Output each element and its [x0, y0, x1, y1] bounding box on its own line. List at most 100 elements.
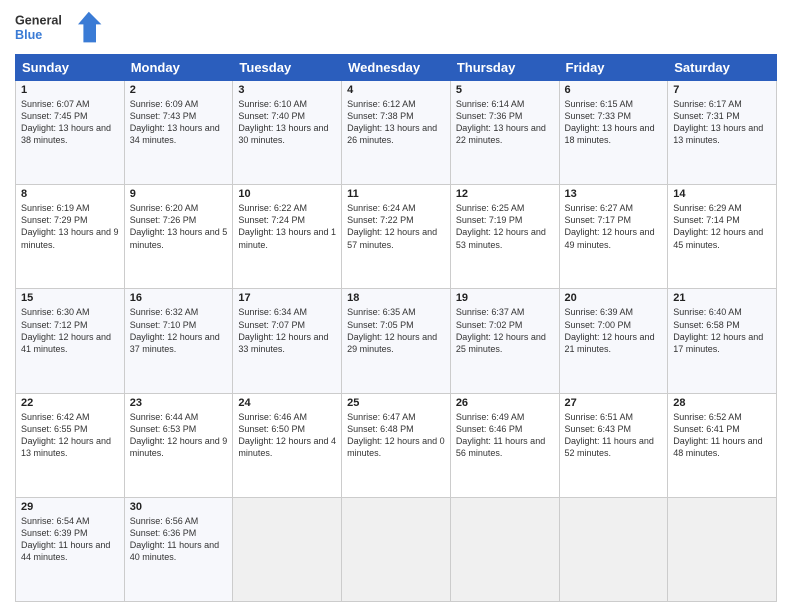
daylight-text: Daylight: 11 hours and 52 minutes.: [565, 435, 663, 459]
day-number: 16: [130, 292, 228, 304]
daylight-text: Daylight: 12 hours and 21 minutes.: [565, 331, 663, 355]
day-number: 28: [673, 397, 771, 409]
sunset-text: Sunset: 6:41 PM: [673, 423, 771, 435]
calendar-cell: 16 Sunrise: 6:32 AM Sunset: 7:10 PM Dayl…: [124, 289, 233, 393]
calendar-cell: 23 Sunrise: 6:44 AM Sunset: 6:53 PM Dayl…: [124, 393, 233, 497]
sunset-text: Sunset: 7:14 PM: [673, 214, 771, 226]
day-number: 10: [238, 188, 336, 200]
calendar-cell: 5 Sunrise: 6:14 AM Sunset: 7:36 PM Dayli…: [450, 81, 559, 185]
cell-info: Sunrise: 6:17 AM Sunset: 7:31 PM Dayligh…: [673, 98, 771, 147]
cell-info: Sunrise: 6:07 AM Sunset: 7:45 PM Dayligh…: [21, 98, 119, 147]
sunset-text: Sunset: 7:12 PM: [21, 319, 119, 331]
calendar-cell: [450, 497, 559, 601]
day-number: 14: [673, 188, 771, 200]
daylight-text: Daylight: 12 hours and 57 minutes.: [347, 226, 445, 250]
sunrise-text: Sunrise: 6:25 AM: [456, 202, 554, 214]
sunrise-text: Sunrise: 6:56 AM: [130, 515, 228, 527]
sunrise-text: Sunrise: 6:09 AM: [130, 98, 228, 110]
header-cell-wednesday: Wednesday: [342, 55, 451, 81]
day-number: 27: [565, 397, 663, 409]
sunset-text: Sunset: 6:48 PM: [347, 423, 445, 435]
sunrise-text: Sunrise: 6:07 AM: [21, 98, 119, 110]
calendar-cell: 13 Sunrise: 6:27 AM Sunset: 7:17 PM Dayl…: [559, 185, 668, 289]
daylight-text: Daylight: 12 hours and 0 minutes.: [347, 435, 445, 459]
cell-info: Sunrise: 6:34 AM Sunset: 7:07 PM Dayligh…: [238, 306, 336, 355]
sunset-text: Sunset: 7:24 PM: [238, 214, 336, 226]
cell-info: Sunrise: 6:32 AM Sunset: 7:10 PM Dayligh…: [130, 306, 228, 355]
calendar-cell: [559, 497, 668, 601]
sunset-text: Sunset: 6:50 PM: [238, 423, 336, 435]
calendar-cell: 21 Sunrise: 6:40 AM Sunset: 6:58 PM Dayl…: [668, 289, 777, 393]
calendar-cell: 18 Sunrise: 6:35 AM Sunset: 7:05 PM Dayl…: [342, 289, 451, 393]
daylight-text: Daylight: 11 hours and 44 minutes.: [21, 539, 119, 563]
sunset-text: Sunset: 6:55 PM: [21, 423, 119, 435]
day-number: 11: [347, 188, 445, 200]
sunrise-text: Sunrise: 6:30 AM: [21, 306, 119, 318]
sunset-text: Sunset: 7:02 PM: [456, 319, 554, 331]
calendar-week-row: 22 Sunrise: 6:42 AM Sunset: 6:55 PM Dayl…: [16, 393, 777, 497]
sunrise-text: Sunrise: 6:19 AM: [21, 202, 119, 214]
calendar-cell: 6 Sunrise: 6:15 AM Sunset: 7:33 PM Dayli…: [559, 81, 668, 185]
calendar-cell: 10 Sunrise: 6:22 AM Sunset: 7:24 PM Dayl…: [233, 185, 342, 289]
daylight-text: Daylight: 12 hours and 17 minutes.: [673, 331, 771, 355]
day-number: 22: [21, 397, 119, 409]
daylight-text: Daylight: 12 hours and 45 minutes.: [673, 226, 771, 250]
sunrise-text: Sunrise: 6:10 AM: [238, 98, 336, 110]
day-number: 1: [21, 84, 119, 96]
cell-info: Sunrise: 6:49 AM Sunset: 6:46 PM Dayligh…: [456, 411, 554, 460]
cell-info: Sunrise: 6:30 AM Sunset: 7:12 PM Dayligh…: [21, 306, 119, 355]
cell-info: Sunrise: 6:25 AM Sunset: 7:19 PM Dayligh…: [456, 202, 554, 251]
calendar-cell: 14 Sunrise: 6:29 AM Sunset: 7:14 PM Dayl…: [668, 185, 777, 289]
header: General Blue: [15, 10, 777, 46]
cell-info: Sunrise: 6:22 AM Sunset: 7:24 PM Dayligh…: [238, 202, 336, 251]
calendar-header-row: SundayMondayTuesdayWednesdayThursdayFrid…: [16, 55, 777, 81]
calendar-cell: 20 Sunrise: 6:39 AM Sunset: 7:00 PM Dayl…: [559, 289, 668, 393]
page: General Blue SundayMondayTuesdayWednesda…: [0, 0, 792, 612]
calendar-cell: 9 Sunrise: 6:20 AM Sunset: 7:26 PM Dayli…: [124, 185, 233, 289]
sunset-text: Sunset: 7:40 PM: [238, 110, 336, 122]
header-cell-monday: Monday: [124, 55, 233, 81]
sunrise-text: Sunrise: 6:35 AM: [347, 306, 445, 318]
cell-info: Sunrise: 6:19 AM Sunset: 7:29 PM Dayligh…: [21, 202, 119, 251]
cell-info: Sunrise: 6:56 AM Sunset: 6:36 PM Dayligh…: [130, 515, 228, 564]
sunrise-text: Sunrise: 6:27 AM: [565, 202, 663, 214]
svg-text:General: General: [15, 13, 62, 27]
daylight-text: Daylight: 13 hours and 38 minutes.: [21, 122, 119, 146]
day-number: 7: [673, 84, 771, 96]
sunset-text: Sunset: 7:00 PM: [565, 319, 663, 331]
calendar-cell: 2 Sunrise: 6:09 AM Sunset: 7:43 PM Dayli…: [124, 81, 233, 185]
sunset-text: Sunset: 7:38 PM: [347, 110, 445, 122]
day-number: 26: [456, 397, 554, 409]
daylight-text: Daylight: 12 hours and 25 minutes.: [456, 331, 554, 355]
daylight-text: Daylight: 12 hours and 9 minutes.: [130, 435, 228, 459]
day-number: 15: [21, 292, 119, 304]
cell-info: Sunrise: 6:40 AM Sunset: 6:58 PM Dayligh…: [673, 306, 771, 355]
cell-info: Sunrise: 6:09 AM Sunset: 7:43 PM Dayligh…: [130, 98, 228, 147]
day-number: 29: [21, 501, 119, 513]
calendar-cell: 24 Sunrise: 6:46 AM Sunset: 6:50 PM Dayl…: [233, 393, 342, 497]
daylight-text: Daylight: 13 hours and 1 minute.: [238, 226, 336, 250]
sunrise-text: Sunrise: 6:44 AM: [130, 411, 228, 423]
day-number: 4: [347, 84, 445, 96]
sunrise-text: Sunrise: 6:15 AM: [565, 98, 663, 110]
day-number: 8: [21, 188, 119, 200]
daylight-text: Daylight: 13 hours and 13 minutes.: [673, 122, 771, 146]
sunset-text: Sunset: 6:58 PM: [673, 319, 771, 331]
calendar-cell: 29 Sunrise: 6:54 AM Sunset: 6:39 PM Dayl…: [16, 497, 125, 601]
header-cell-sunday: Sunday: [16, 55, 125, 81]
cell-info: Sunrise: 6:51 AM Sunset: 6:43 PM Dayligh…: [565, 411, 663, 460]
calendar-cell: [233, 497, 342, 601]
day-number: 13: [565, 188, 663, 200]
header-cell-tuesday: Tuesday: [233, 55, 342, 81]
sunrise-text: Sunrise: 6:22 AM: [238, 202, 336, 214]
sunrise-text: Sunrise: 6:29 AM: [673, 202, 771, 214]
sunset-text: Sunset: 7:36 PM: [456, 110, 554, 122]
sunrise-text: Sunrise: 6:17 AM: [673, 98, 771, 110]
daylight-text: Daylight: 13 hours and 26 minutes.: [347, 122, 445, 146]
daylight-text: Daylight: 12 hours and 33 minutes.: [238, 331, 336, 355]
logo: General Blue: [15, 10, 105, 46]
daylight-text: Daylight: 12 hours and 37 minutes.: [130, 331, 228, 355]
day-number: 6: [565, 84, 663, 96]
calendar-cell: 27 Sunrise: 6:51 AM Sunset: 6:43 PM Dayl…: [559, 393, 668, 497]
day-number: 12: [456, 188, 554, 200]
